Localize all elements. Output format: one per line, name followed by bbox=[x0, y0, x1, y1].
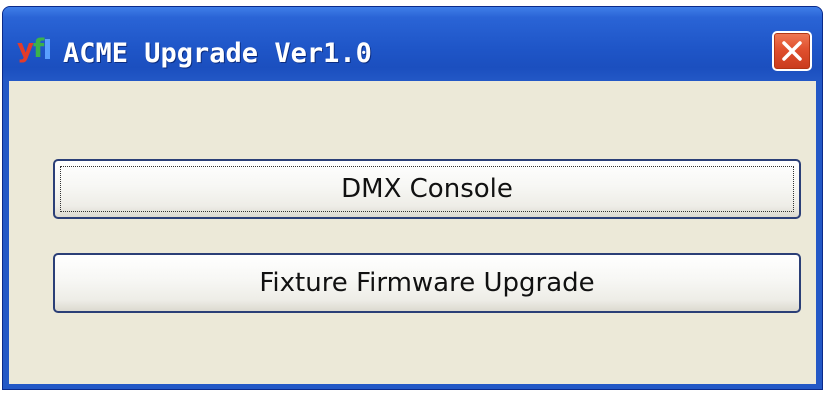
app-icon: yf bbox=[17, 33, 57, 65]
dmx-console-button[interactable]: DMX Console bbox=[53, 159, 801, 219]
window-client-area: DMX Console Fixture Firmware Upgrade bbox=[9, 81, 816, 384]
fixture-firmware-upgrade-button[interactable]: Fixture Firmware Upgrade bbox=[53, 253, 801, 313]
app-window: yf ACME Upgrade Ver1.0 DMX Console Fixtu… bbox=[2, 6, 823, 390]
window-title: ACME Upgrade Ver1.0 bbox=[63, 38, 372, 69]
title-bar[interactable]: yf ACME Upgrade Ver1.0 bbox=[3, 7, 822, 81]
close-icon bbox=[782, 41, 802, 61]
close-button[interactable] bbox=[772, 31, 812, 71]
